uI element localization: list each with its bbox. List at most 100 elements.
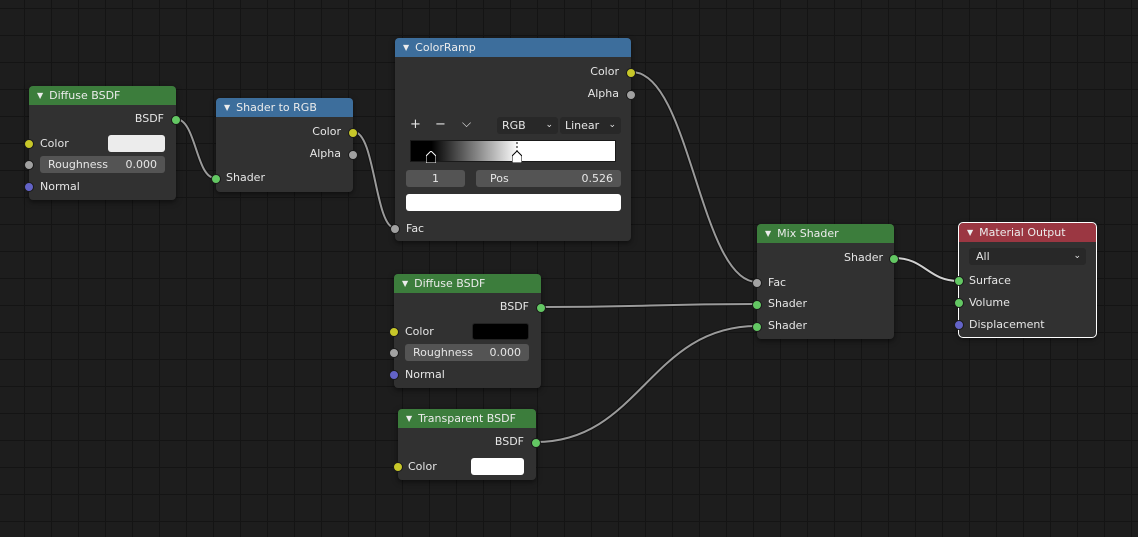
interpolation-value: Linear	[565, 119, 600, 132]
remove-stop-button[interactable]: −	[435, 117, 446, 132]
collapse-triangle-icon[interactable]: ▼	[403, 38, 409, 57]
node-header[interactable]: ▼ Shader to RGB	[216, 98, 353, 117]
node-header[interactable]: ▼ Transparent BSDF	[398, 409, 536, 428]
interpolation-dropdown[interactable]: Linear ⌄	[560, 117, 621, 134]
alpha-output-socket[interactable]	[348, 150, 358, 160]
shader-input-socket[interactable]	[211, 174, 221, 184]
normal-input-socket[interactable]	[24, 182, 34, 192]
node-title: Diffuse BSDF	[414, 277, 486, 290]
color-input-socket[interactable]	[393, 462, 403, 472]
link-diffuse2-to-mix	[539, 302, 759, 309]
link-diffuse-to-shader-to-rgb	[174, 117, 217, 180]
normal-input-socket[interactable]	[389, 370, 399, 380]
bsdf-output-label: BSDF	[499, 300, 529, 313]
alpha-output-socket[interactable]	[626, 90, 636, 100]
color-output-label: Color	[590, 65, 619, 78]
displacement-input-label: Displacement	[969, 318, 1045, 331]
surface-input-label: Surface	[969, 274, 1011, 287]
color-output-socket[interactable]	[348, 128, 358, 138]
volume-input-socket[interactable]	[954, 298, 964, 308]
node-title: Mix Shader	[777, 227, 839, 240]
shader-output-label: Shader	[844, 251, 883, 264]
node-title: Material Output	[979, 226, 1066, 239]
active-stop-index: 1	[432, 172, 439, 185]
link-shader-to-rgb-to-colorramp	[352, 130, 397, 230]
link-transparent-to-mix	[534, 324, 759, 444]
transparent-bsdf-node[interactable]: ▼ Transparent BSDF BSDF Color	[393, 409, 541, 480]
displacement-input-socket[interactable]	[954, 320, 964, 330]
shader-input-label-1: Shader	[768, 297, 807, 310]
color-output-socket[interactable]	[626, 68, 636, 78]
ramp-menu-chevron-icon[interactable]: ⌵	[462, 116, 471, 131]
normal-input-label: Normal	[40, 180, 80, 193]
render-target-dropdown[interactable]: All ⌄	[969, 248, 1086, 265]
color-swatch-white[interactable]	[471, 458, 524, 475]
color-output-label: Color	[312, 125, 341, 138]
node-title: ColorRamp	[415, 41, 476, 54]
bsdf-output-label: BSDF	[134, 112, 164, 125]
material-output-node[interactable]: ▼ Material Output All ⌄ Surface Volume Di…	[954, 222, 1097, 338]
render-target-value: All	[976, 250, 990, 263]
node-header[interactable]: ▼ Diffuse BSDF	[394, 274, 541, 293]
mix-shader-node[interactable]: ▼ Mix Shader Shader Fac Shader Shader	[752, 224, 899, 339]
collapse-triangle-icon[interactable]: ▼	[37, 86, 43, 105]
roughness-field[interactable]: Roughness 0.000	[405, 344, 529, 361]
collapse-triangle-icon[interactable]: ▼	[224, 98, 230, 117]
colorramp-node[interactable]: ▼ ColorRamp Color Alpha + − ⌵ RGB ⌄ Linea…	[390, 38, 636, 241]
alpha-output-label: Alpha	[587, 87, 619, 100]
color-input-socket[interactable]	[389, 327, 399, 337]
fac-input-label: Fac	[406, 222, 425, 235]
surface-input-socket[interactable]	[954, 276, 964, 286]
color-input-socket[interactable]	[24, 139, 34, 149]
shader-to-rgb-node[interactable]: ▼ Shader to RGB Color Alpha Shader	[211, 98, 358, 192]
color-swatch-white[interactable]	[108, 135, 165, 152]
collapse-triangle-icon[interactable]: ▼	[406, 409, 412, 428]
fac-input-socket[interactable]	[390, 224, 400, 234]
roughness-field[interactable]: Roughness 0.000	[40, 156, 165, 173]
stop-position-field[interactable]: Pos 0.526	[476, 170, 621, 187]
ramp-stop-white-active[interactable]	[512, 142, 522, 163]
roughness-input-socket[interactable]	[24, 160, 34, 170]
active-stop-index-field[interactable]: 1	[406, 170, 465, 187]
bsdf-output-socket[interactable]	[171, 115, 181, 125]
color-mode-value: RGB	[502, 119, 526, 132]
link-colorramp-to-mix-fac	[630, 70, 759, 284]
alpha-output-label: Alpha	[309, 147, 341, 160]
collapse-triangle-icon[interactable]: ▼	[765, 224, 771, 243]
stop-color-swatch[interactable]	[406, 194, 621, 211]
roughness-input-socket[interactable]	[389, 348, 399, 358]
bsdf-output-socket[interactable]	[531, 438, 541, 448]
add-stop-button[interactable]: +	[410, 117, 421, 132]
shader-input-socket-2[interactable]	[752, 322, 762, 332]
volume-input-label: Volume	[969, 296, 1010, 309]
roughness-label: Roughness	[48, 158, 109, 171]
fac-input-socket[interactable]	[752, 278, 762, 288]
node-title: Transparent BSDF	[418, 412, 516, 425]
shader-input-label: Shader	[226, 171, 265, 184]
node-header[interactable]: ▼ ColorRamp	[395, 38, 631, 57]
collapse-triangle-icon[interactable]: ▼	[967, 223, 973, 242]
node-header[interactable]: ▼ Mix Shader	[757, 224, 894, 243]
node-header[interactable]: ▼ Material Output	[959, 223, 1096, 242]
node-header[interactable]: ▼ Diffuse BSDF	[29, 86, 176, 105]
bsdf-output-socket[interactable]	[536, 303, 546, 313]
ramp-stop-black[interactable]	[426, 151, 436, 163]
color-input-label: Color	[408, 460, 437, 473]
diffuse-bsdf-node[interactable]: ▼ Diffuse BSDF BSDF Color Roughness 0.000…	[24, 86, 181, 200]
fac-input-label: Fac	[768, 276, 787, 289]
bsdf-output-label: BSDF	[494, 435, 524, 448]
shader-input-socket-1[interactable]	[752, 300, 762, 310]
color-mode-dropdown[interactable]: RGB ⌄	[497, 117, 558, 134]
stop-position-value: 0.526	[581, 172, 614, 185]
shader-output-socket[interactable]	[889, 254, 899, 264]
collapse-triangle-icon[interactable]: ▼	[402, 274, 408, 293]
node-title: Shader to RGB	[236, 101, 317, 114]
chevron-down-icon: ⌄	[608, 120, 616, 130]
normal-input-label: Normal	[405, 368, 445, 381]
color-swatch-black[interactable]	[472, 323, 529, 340]
diffuse-bsdf-node-2[interactable]: ▼ Diffuse BSDF BSDF Color Roughness 0.000…	[389, 274, 546, 388]
roughness-value: 0.000	[489, 346, 522, 359]
roughness-value: 0.000	[125, 158, 158, 171]
chevron-down-icon: ⌄	[545, 120, 553, 130]
stop-position-label: Pos	[490, 172, 509, 185]
